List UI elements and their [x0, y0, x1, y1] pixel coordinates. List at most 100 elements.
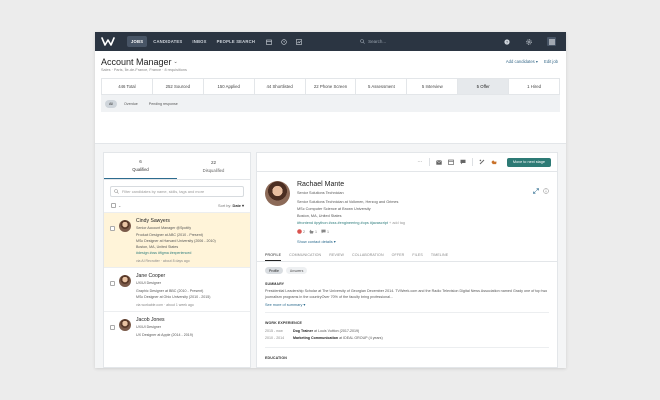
disqualified-label: Disqualified: [202, 167, 225, 173]
tab-profile[interactable]: PROFILE: [265, 250, 282, 261]
global-search[interactable]: Search...: [360, 39, 444, 44]
candidate-row[interactable]: Cindy Sawyers Senior Account Manager @Sp…: [104, 212, 250, 268]
disqualified-count: 22: [210, 159, 217, 165]
subtab-profile[interactable]: Profile: [265, 267, 283, 274]
disqualify-icon[interactable]: [479, 159, 485, 165]
clock-icon[interactable]: [280, 38, 287, 45]
job-header: Account Manager ⌄ Sales · Paris, Île-de-…: [95, 51, 566, 144]
reaction-thumbs[interactable]: 1: [309, 229, 317, 234]
stage-assessment[interactable]: 5 Assessment: [356, 79, 408, 94]
reaction-veto[interactable]: 2: [297, 229, 305, 234]
move-to-next-stage-button[interactable]: Move to next stage: [506, 157, 551, 167]
qualified-label: Qualified: [132, 167, 149, 172]
filter-placeholder: Filter candidates by name, skills, tags …: [122, 189, 205, 194]
nav-candidates[interactable]: CANDIDATES: [149, 36, 186, 47]
candidate-checkbox[interactable]: [110, 325, 115, 331]
avatar: [119, 220, 131, 232]
experience-row: 2015 - now Dog Trainer at Louis Vuitton …: [265, 328, 549, 335]
profile-tags: #frontend #python #css #engineering #ops…: [297, 221, 388, 225]
stage-phone-screen[interactable]: 22 Phone Screen: [305, 79, 357, 94]
email-icon[interactable]: [436, 159, 442, 165]
filter-overdue[interactable]: Overdue: [120, 100, 142, 108]
reaction-comments[interactable]: 1: [321, 229, 329, 234]
stage-hired[interactable]: 1 Hired: [509, 79, 560, 94]
tab-review[interactable]: REVIEW: [329, 250, 344, 261]
candidate-title: Senior Account Manager @Spotify: [136, 225, 191, 230]
reports-icon[interactable]: [295, 38, 302, 45]
candidate-title: UX/UI Designer: [136, 324, 161, 329]
apps-grid-icon[interactable]: [547, 37, 556, 46]
more-options-icon[interactable]: ⋯: [417, 159, 423, 165]
candidate-checkbox[interactable]: [110, 226, 115, 231]
help-icon[interactable]: ?: [503, 38, 510, 45]
candidate-name[interactable]: Jane Cooper: [136, 273, 244, 279]
profile-headline: Senior Solutions Technician: [297, 191, 344, 195]
candidate-row[interactable]: Jacob Jones UX/UI Designer UX Designer a…: [104, 311, 250, 342]
add-candidates-button[interactable]: Add candidates ▾: [506, 59, 538, 64]
stage-applied[interactable]: 150 Applied: [203, 79, 255, 94]
education-section: EDUCATION: [265, 356, 549, 360]
subtab-answers[interactable]: Answers: [285, 267, 308, 274]
edit-job-link[interactable]: Edit job: [544, 59, 558, 64]
avatar: [265, 181, 290, 206]
reaction-veto-count: 2: [303, 229, 305, 234]
search-icon: [360, 39, 365, 44]
info-icon[interactable]: [543, 181, 549, 199]
stage-offer[interactable]: 5 Offer: [458, 79, 510, 94]
tab-offer[interactable]: OFFER: [392, 250, 405, 261]
calendar-icon[interactable]: [265, 38, 272, 45]
candidate-source-time: via AI Recruiter · about 8 days ago: [136, 259, 190, 264]
nav-jobs[interactable]: JOBS: [127, 36, 148, 47]
profile-tabs: PROFILE COMMUNICATION REVIEW COLLABORATI…: [257, 250, 557, 262]
reaction-thumbs-count: 1: [315, 229, 317, 234]
nav-people-search[interactable]: PEOPLE SEARCH: [213, 36, 259, 47]
profile-name: Rachael Mante: [297, 181, 345, 188]
job-title-dropdown[interactable]: Account Manager ⌄: [101, 57, 560, 67]
candidate-row[interactable]: Jane Cooper UX/UI Designer Graphic Desig…: [104, 267, 250, 311]
show-contact-details-link[interactable]: Show contact details ▾: [297, 239, 405, 244]
stage-sourced[interactable]: 252 Sourced: [152, 79, 204, 94]
search-placeholder: Search...: [368, 39, 387, 44]
expand-icon[interactable]: [533, 181, 539, 199]
experience-years: 2010 - 2014: [265, 336, 285, 341]
tab-timeline[interactable]: TIMELINE: [431, 250, 448, 261]
candidate-name[interactable]: Cindy Sawyers: [136, 218, 244, 224]
education-title: EDUCATION: [265, 356, 287, 361]
candidate-name[interactable]: Jacob Jones: [136, 317, 244, 323]
tab-files[interactable]: FILES: [412, 250, 423, 261]
candidate-filter-input[interactable]: Filter candidates by name, skills, tags …: [110, 186, 244, 197]
add-tag-link[interactable]: + add tag: [389, 221, 405, 225]
select-all-checkbox[interactable]: [111, 203, 116, 208]
candidate-list-panel: 6 Qualified 22 Disqualified Filter candi…: [103, 152, 251, 368]
summary-text: Presidential Leadership Scholar at The U…: [265, 289, 548, 299]
candidate-experience: UX Designer at Apple (2014 - 2019): [136, 332, 193, 337]
tab-communication[interactable]: COMMUNICATION: [289, 250, 321, 261]
nav-inbox[interactable]: INBOX: [188, 36, 210, 47]
sort-dropdown[interactable]: Sort by: Date ▾: [218, 203, 244, 208]
stage-total[interactable]: 446 Total: [102, 79, 153, 94]
work-experience-title: WORK EXPERIENCE: [265, 321, 303, 326]
see-more-summary-link[interactable]: See more of summary ▾: [265, 302, 549, 307]
filter-pending[interactable]: Pending response: [145, 100, 182, 108]
chevron-down-icon[interactable]: ⌄: [118, 203, 121, 208]
stage-interview[interactable]: 5 Interview: [407, 79, 459, 94]
settings-gear-icon[interactable]: [525, 38, 532, 45]
stage-shortlisted[interactable]: 44 Shortlisted: [254, 79, 306, 94]
experience-row: 2010 - 2014 Marketing Communication at I…: [265, 335, 549, 342]
comment-icon[interactable]: [460, 159, 466, 165]
work-experience-section: WORK EXPERIENCE 2015 - now Dog Trainer a…: [265, 321, 549, 342]
experience-role: Marketing Communication: [293, 336, 339, 341]
thumbs-icon[interactable]: [491, 159, 497, 165]
tab-collaboration[interactable]: COLLABORATION: [352, 250, 384, 261]
candidate-checkbox[interactable]: [110, 281, 115, 287]
tab-disqualified[interactable]: 22 Disqualified: [177, 153, 250, 179]
profile-location: Boston, MA, United States: [297, 214, 342, 218]
sort-label: Sort by:: [218, 203, 232, 208]
filter-all[interactable]: All: [105, 99, 117, 108]
workable-logo-icon[interactable]: [101, 36, 119, 48]
reaction-comments-count: 1: [327, 229, 329, 234]
profile-current-role: Senior Solutions Technician at Volkmen, …: [297, 200, 399, 204]
calendar-icon[interactable]: [448, 159, 454, 165]
candidate-tags: #design #css #figma #experienced: [136, 250, 192, 255]
tab-qualified[interactable]: 6 Qualified: [104, 153, 177, 179]
